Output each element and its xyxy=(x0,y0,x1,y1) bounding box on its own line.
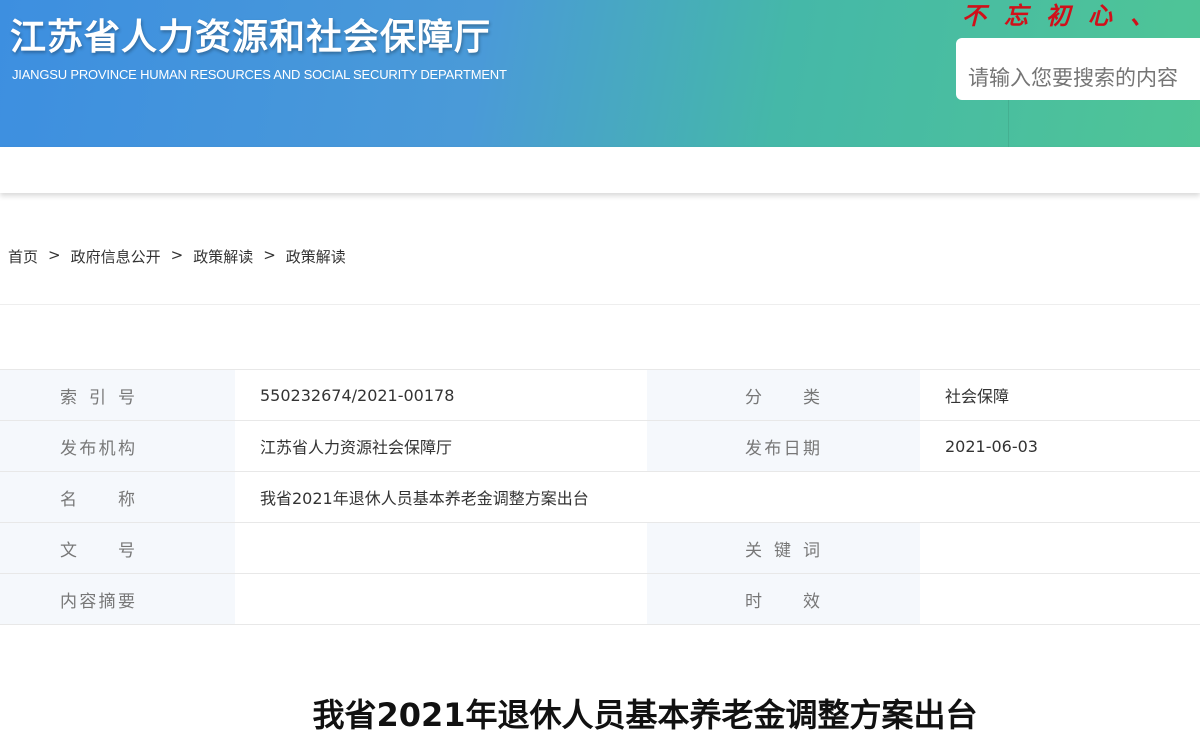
category-value: 社会保障 xyxy=(945,387,1010,406)
breadcrumb-home[interactable]: 首页 xyxy=(8,246,38,267)
site-header: 江苏省人力资源和社会保障厅 JIANGSU PROVINCE HUMAN RES… xyxy=(0,0,1200,147)
date-label: 发布日期 xyxy=(745,438,820,459)
breadcrumb-policy-current[interactable]: 政策解读 xyxy=(286,246,346,267)
metadata-table: 索引号 550232674/2021-00178 分类 社会保障 发布机构 江苏… xyxy=(0,369,1200,625)
keywords-value xyxy=(920,523,1200,573)
table-row: 发布机构 江苏省人力资源社会保障厅 发布日期 2021-06-03 xyxy=(0,421,1200,472)
article-title: 我省2021年退休人员基本养老金调整方案出台 xyxy=(312,696,978,734)
table-row: 索引号 550232674/2021-00178 分类 社会保障 xyxy=(0,370,1200,421)
breadcrumb-policy[interactable]: 政策解读 xyxy=(193,246,253,267)
breadcrumb-gov-info[interactable]: 政府信息公开 xyxy=(71,246,161,267)
slogan: 不忘初心、 xyxy=(962,1,1172,30)
search-input[interactable] xyxy=(956,38,1200,100)
table-row: 名称 我省2021年退休人员基本养老金调整方案出台 xyxy=(0,472,1200,523)
breadcrumb-separator: > xyxy=(170,246,184,264)
category-label: 分类 xyxy=(745,387,820,408)
keywords-label: 关键词 xyxy=(745,540,820,561)
summary-value xyxy=(235,574,647,624)
docno-label: 文号 xyxy=(60,540,135,561)
docno-value xyxy=(235,523,647,573)
summary-label: 内容摘要 xyxy=(60,591,135,612)
name-label: 名称 xyxy=(60,489,135,510)
breadcrumb-separator: > xyxy=(263,246,276,264)
site-title[interactable]: 江苏省人力资源和社会保障厅 xyxy=(10,8,491,60)
nav-bar xyxy=(0,147,1200,193)
date-value: 2021-06-03 xyxy=(945,436,1038,456)
site-subtitle: JIANGSU PROVINCE HUMAN RESOURCES AND SOC… xyxy=(12,67,507,82)
index-label: 索引号 xyxy=(60,387,135,408)
validity-value xyxy=(920,574,1200,624)
table-row: 内容摘要 时效 xyxy=(0,574,1200,625)
divider xyxy=(1008,100,1009,147)
breadcrumb: 首页 > 政府信息公开 > 政策解读 > 政策解读 xyxy=(8,246,356,267)
agency-label: 发布机构 xyxy=(60,438,135,459)
divider xyxy=(0,304,1200,305)
breadcrumb-separator: > xyxy=(48,246,61,264)
index-value: 550232674/2021-00178 xyxy=(260,385,455,405)
validity-label: 时效 xyxy=(745,591,820,612)
agency-value: 江苏省人力资源社会保障厅 xyxy=(260,438,453,457)
name-value: 我省2021年退休人员基本养老金调整方案出台 xyxy=(260,489,589,508)
table-row: 文号 关键词 xyxy=(0,523,1200,574)
